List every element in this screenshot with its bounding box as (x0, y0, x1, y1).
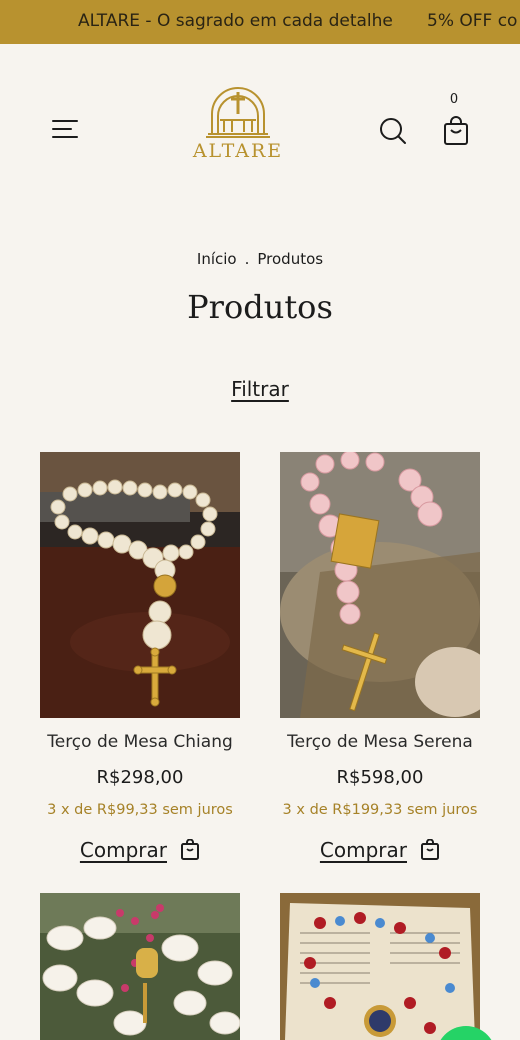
page-title: Produtos (187, 288, 333, 326)
product-image[interactable] (280, 893, 480, 1040)
logo-text: ALTARE (192, 140, 284, 162)
breadcrumb: Início. Produtos (0, 250, 520, 268)
buy-button[interactable]: Comprar (40, 838, 240, 866)
product-installments: 3 x de R$99,33 sem juros (47, 802, 233, 818)
product-price: R$598,00 (336, 767, 424, 788)
logo[interactable]: ALTARE (186, 84, 290, 168)
buy-button[interactable]: Comprar (280, 838, 480, 866)
product-installments: 3 x de R$199,33 sem juros (282, 802, 478, 818)
product-card: Terço de Mesa Serena R$598,00 3 x de R$1… (280, 452, 480, 872)
site-header: ALTARE 0 (0, 44, 520, 204)
announcement-bar: ALTARE - O sagrado em cada detalhe 5% OF… (0, 0, 520, 44)
breadcrumb-current: Produtos (257, 250, 324, 268)
product-name[interactable]: Terço de Mesa Serena (270, 732, 490, 752)
filter-button[interactable]: Filtrar (0, 377, 520, 401)
cart-icon (444, 116, 468, 145)
breadcrumb-separator: . (244, 250, 250, 268)
church-logo-icon (206, 87, 270, 138)
cart-icon (181, 838, 200, 860)
announcement-text: ALTARE - O sagrado em cada detalhe (78, 11, 393, 31)
product-card (280, 893, 480, 1040)
product-card: Terço de Mesa Chiang R$298,00 3 x de R$9… (40, 452, 240, 872)
search-icon (380, 118, 406, 144)
breadcrumb-home-link[interactable]: Início (197, 250, 237, 268)
search-button[interactable] (378, 116, 408, 146)
cart-count: 0 (449, 92, 459, 107)
product-image[interactable] (40, 452, 240, 718)
cart-icon (421, 838, 440, 860)
product-price: R$298,00 (96, 767, 184, 788)
product-image[interactable] (40, 893, 240, 1040)
buy-button-label: Comprar (319, 838, 407, 862)
buy-button-label: Comprar (79, 838, 167, 862)
product-card (40, 893, 240, 1040)
announcement-text-next: 5% OFF co (427, 11, 518, 31)
product-image[interactable] (280, 452, 480, 718)
menu-button[interactable] (52, 120, 80, 144)
cart-button[interactable] (441, 116, 471, 146)
product-name[interactable]: Terço de Mesa Chiang (30, 732, 250, 752)
